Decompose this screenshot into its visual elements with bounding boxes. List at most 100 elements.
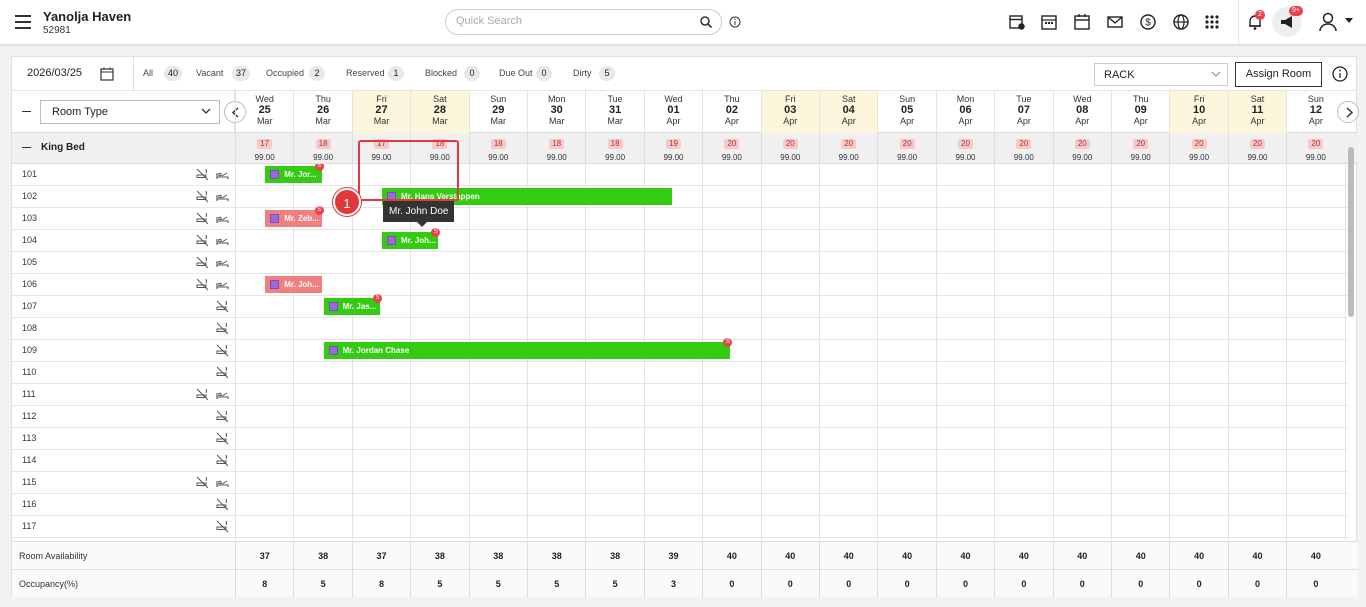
group-day-cell: 20 99.00 (1227, 133, 1286, 164)
availability-cell: 40 (935, 542, 994, 570)
room-number: 104 (22, 235, 38, 245)
vertical-scrollbar[interactable] (1348, 147, 1354, 317)
room-row[interactable]: 102 (12, 186, 1348, 208)
group-day-cell: 20 99.00 (994, 133, 1052, 164)
room-row[interactable]: 103 (12, 208, 1348, 230)
room-group-king-bed[interactable]: King Bed 17 99.00 18 99.00 17 99.00 18 99.00 18 9… (12, 133, 1358, 164)
room-row[interactable]: 107 (12, 296, 1348, 318)
date-column-header[interactable]: Sat 04 Apr (819, 91, 878, 133)
filter-all[interactable]: All (143, 68, 153, 78)
filter-due-out[interactable]: Due Out (499, 68, 533, 78)
room-row[interactable]: 114 (12, 450, 1348, 472)
collapse-all-icon[interactable] (22, 111, 31, 112)
available-count-badge: 20 (1250, 139, 1265, 149)
globe-icon[interactable] (1172, 13, 1190, 31)
date-column-header[interactable]: Fri 27 Mar (351, 91, 411, 133)
assign-room-button[interactable]: Assign Room (1235, 62, 1322, 87)
room-row[interactable]: 106 (12, 274, 1348, 296)
date-column-header[interactable]: Thu 02 Apr (702, 91, 760, 133)
date-column-header[interactable]: Wed 08 Apr (1052, 91, 1111, 133)
calendar-icon[interactable] (1073, 13, 1091, 31)
date-column-header[interactable]: Mon 30 Mar (527, 91, 585, 133)
next-dates-button[interactable] (1337, 101, 1359, 123)
date-column-header[interactable]: Wed 01 Apr (643, 91, 702, 133)
date-column-header[interactable]: Fri 03 Apr (760, 91, 819, 133)
room-row[interactable]: 111 (12, 384, 1348, 406)
date-column-header[interactable]: Wed 25 Mar (235, 91, 293, 133)
occupancy-cell: 0 (1227, 570, 1286, 598)
date-column-header[interactable]: Mon 06 Apr (935, 91, 994, 133)
day-number: 29 (492, 104, 505, 116)
calendar-icon[interactable] (100, 67, 114, 81)
day-of-week: Fri (1193, 94, 1205, 104)
month: Apr (1133, 116, 1148, 126)
availability-cell: 39 (643, 542, 702, 570)
room-row[interactable]: 110 (12, 362, 1348, 384)
month: Apr (783, 116, 798, 126)
available-count-badge: 18 (315, 139, 331, 149)
room-status-icons (196, 344, 236, 358)
booking-bar[interactable]: Mr. Jor... S (265, 164, 324, 183)
menu-icon[interactable] (15, 15, 31, 29)
filter-dirty[interactable]: Dirty (573, 68, 592, 78)
date-value: 2026/03/25 (27, 67, 83, 79)
date-column-header[interactable]: Sun 05 Apr (877, 91, 935, 133)
booking-bar[interactable]: Mr. Joh... (265, 276, 322, 293)
search-input[interactable] (456, 15, 686, 27)
availability-label: Room Availability (19, 551, 88, 561)
date-column-header[interactable]: Thu 26 Mar (293, 91, 351, 133)
room-row[interactable]: 101 (12, 164, 1348, 186)
room-row[interactable]: 113 (12, 428, 1348, 450)
date-column-header[interactable]: Sat 28 Mar (410, 91, 469, 133)
room-row[interactable]: 117 (12, 516, 1348, 538)
filter-blocked[interactable]: Blocked (425, 68, 457, 78)
date-column-header[interactable]: Thu 09 Apr (1111, 91, 1169, 133)
room-row[interactable]: 115 (12, 472, 1348, 494)
booking-bar[interactable]: Mr. Zeb... S (265, 206, 324, 227)
availability-cell: 40 (702, 542, 760, 570)
room-status-icons (196, 168, 236, 182)
dollar-icon[interactable]: $ (1139, 13, 1157, 31)
availability-cell: 37 (351, 542, 410, 570)
group-day-cell: 18 99.00 (585, 133, 643, 164)
room-row[interactable]: 108 (12, 318, 1348, 340)
info-icon[interactable] (1332, 66, 1348, 82)
occupancy-cell: 5 (527, 570, 585, 598)
user-icon[interactable] (1318, 11, 1340, 33)
calendar-clock-icon[interactable] (1008, 13, 1026, 31)
filter-occupied[interactable]: Occupied (266, 68, 304, 78)
date-column-header[interactable]: Tue 07 Apr (994, 91, 1052, 133)
search-icon[interactable] (699, 15, 713, 29)
date-column-header[interactable]: Sat 11 Apr (1227, 91, 1287, 133)
room-number: 105 (22, 257, 38, 267)
date-column-header[interactable]: Fri 10 Apr (1169, 91, 1228, 133)
caret-down-icon[interactable] (1345, 18, 1353, 24)
date-picker[interactable]: 2026/03/25 (12, 57, 134, 91)
quick-search[interactable] (445, 9, 722, 35)
date-column-header[interactable]: Tue 31 Mar (585, 91, 643, 133)
room-row[interactable]: 104 (12, 230, 1348, 252)
filter-vacant[interactable]: Vacant (196, 68, 223, 78)
availability-cell: 40 (877, 542, 935, 570)
room-status-icons (196, 212, 236, 226)
room-row[interactable]: 105 (12, 252, 1348, 274)
collapse-group-icon[interactable] (22, 147, 31, 148)
occupancy-cell: 5 (585, 570, 643, 598)
room-status-icons (196, 256, 236, 270)
mail-icon[interactable] (1106, 13, 1124, 31)
rate-plan-select[interactable]: RACK (1094, 63, 1228, 86)
apps-grid-icon[interactable] (1203, 13, 1221, 31)
notification-badge: 2 (1255, 10, 1265, 20)
date-column-header[interactable]: Sun 29 Mar (468, 91, 527, 133)
booking-bar[interactable]: Mr. Joh... S (382, 228, 441, 249)
room-type-select[interactable]: Room Type (40, 100, 220, 124)
info-icon[interactable] (729, 16, 741, 28)
booking-bar[interactable]: Mr. Jordan Chase S (323, 338, 733, 359)
day-number: 02 (725, 104, 738, 116)
filter-reserved[interactable]: Reserved (346, 68, 385, 78)
date-column-header[interactable]: Sun 12 Apr (1286, 91, 1344, 133)
booking-bar[interactable]: Mr. Jas... S (323, 294, 382, 315)
calendar-grid-icon[interactable] (1040, 13, 1058, 31)
room-row[interactable]: 116 (12, 494, 1348, 516)
room-row[interactable]: 112 (12, 406, 1348, 428)
